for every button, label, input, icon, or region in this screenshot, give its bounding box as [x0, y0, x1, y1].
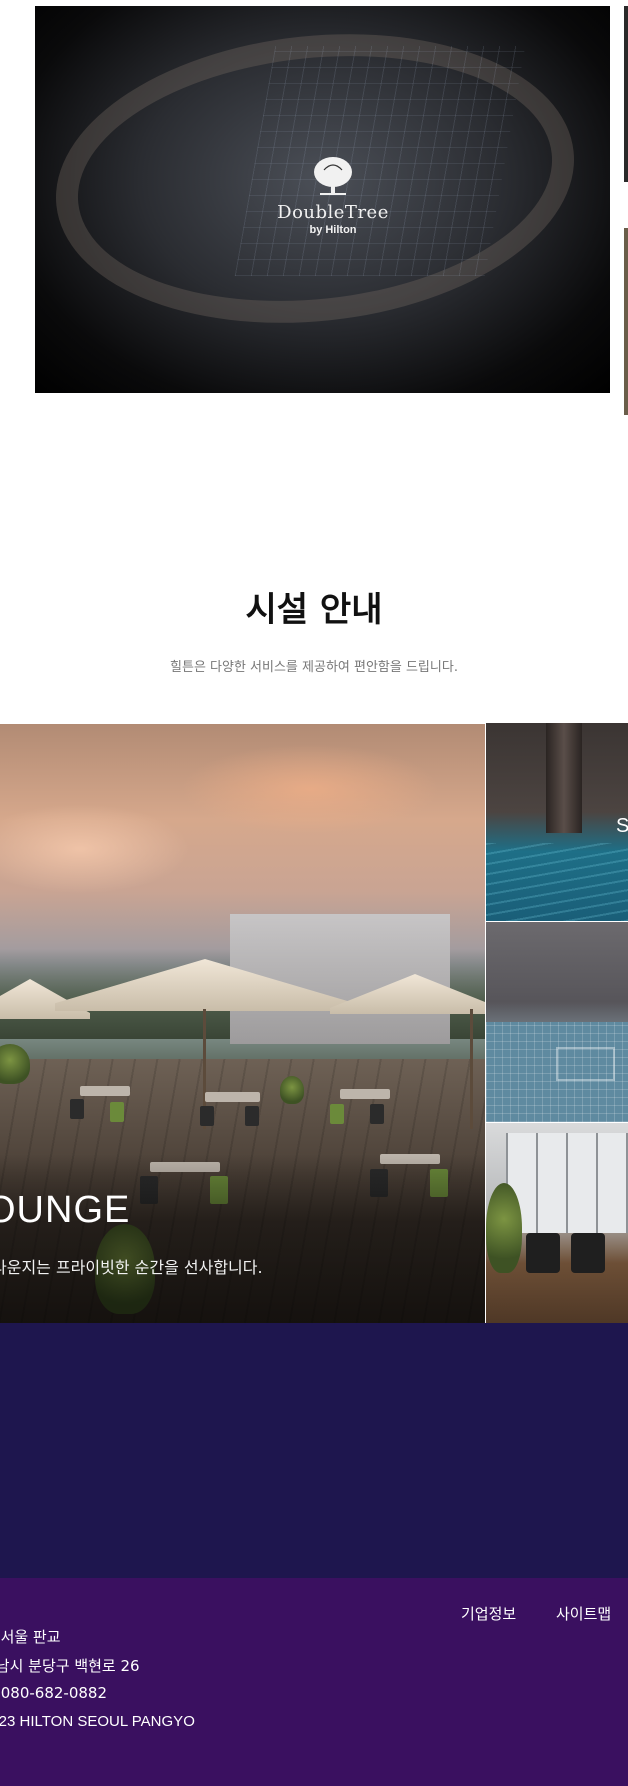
terrace-chair [370, 1104, 384, 1124]
next-slide-preview-secondary[interactable] [624, 228, 628, 415]
facility-thumb-spa[interactable] [486, 922, 628, 1122]
terrace-table [205, 1092, 260, 1102]
terrace-chair [110, 1102, 124, 1122]
facility-thumb-pool[interactable]: S [486, 723, 628, 921]
logo-sub-text: by Hilton [309, 224, 357, 236]
umbrella-pole [470, 1009, 473, 1129]
terrace-chair [330, 1104, 344, 1124]
potted-plant [280, 1076, 304, 1104]
potted-plant [0, 1044, 30, 1084]
footer-link-sitemap[interactable]: 사이트맵 [556, 1603, 611, 1624]
sky-cloud [0, 804, 190, 894]
pool-water [486, 843, 628, 921]
treadmill [526, 1233, 560, 1273]
page: DoubleTree by Hilton 시설 안내 힐튼은 다양한 서비스를 … [0, 0, 628, 1786]
facility-thumb-label: S [616, 815, 628, 837]
gym-window [506, 1133, 628, 1233]
terrace-chair [245, 1106, 259, 1126]
logo-brand-text: DoubleTree [277, 202, 389, 223]
facilities-title: 시설 안내 [245, 590, 383, 630]
footer-hotel-name: 튼 서울 판교 [0, 1628, 61, 1646]
footer-link-company-info[interactable]: 기업정보 [461, 1603, 516, 1624]
footer-copyright: 2023 HILTON SEOUL PANGYO [0, 1713, 195, 1730]
next-slide-preview[interactable] [624, 6, 628, 182]
facility-heading: OUNGE [0, 1189, 131, 1231]
terrace-chair [200, 1106, 214, 1126]
facility-description: 라운지는 프라이빗한 순간을 선사합니다. [0, 1258, 263, 1277]
sky-cloud [180, 744, 440, 834]
caption-overlay [0, 1154, 485, 1323]
footer-phone: l : 080-682-0882 [0, 1684, 108, 1702]
terrace-table [340, 1089, 390, 1099]
tree-icon [314, 157, 352, 195]
spa-steps [556, 1047, 615, 1081]
facility-thumb-fitness[interactable] [486, 1123, 628, 1323]
promo-band [0, 1323, 628, 1578]
potted-plant [486, 1183, 522, 1273]
hotel-logo: DoubleTree by Hilton [263, 156, 403, 236]
facility-main-image[interactable]: OUNGE 라운지는 프라이빗한 순간을 선사합니다. [0, 724, 485, 1323]
hero-banner[interactable]: DoubleTree by Hilton [35, 6, 610, 393]
footer: 기업정보 사이트맵 튼 서울 판교 경남시 분당구 백현로 26 l : 080… [0, 1578, 628, 1786]
footer-address: 경남시 분당구 백현로 26 [0, 1657, 140, 1675]
terrace-table [80, 1086, 130, 1096]
terrace-chair [70, 1099, 84, 1119]
pool-column [546, 723, 582, 833]
facilities-subtitle: 힐튼은 다양한 서비스를 제공하여 편안함을 드립니다. [170, 660, 458, 675]
treadmill [571, 1233, 605, 1273]
